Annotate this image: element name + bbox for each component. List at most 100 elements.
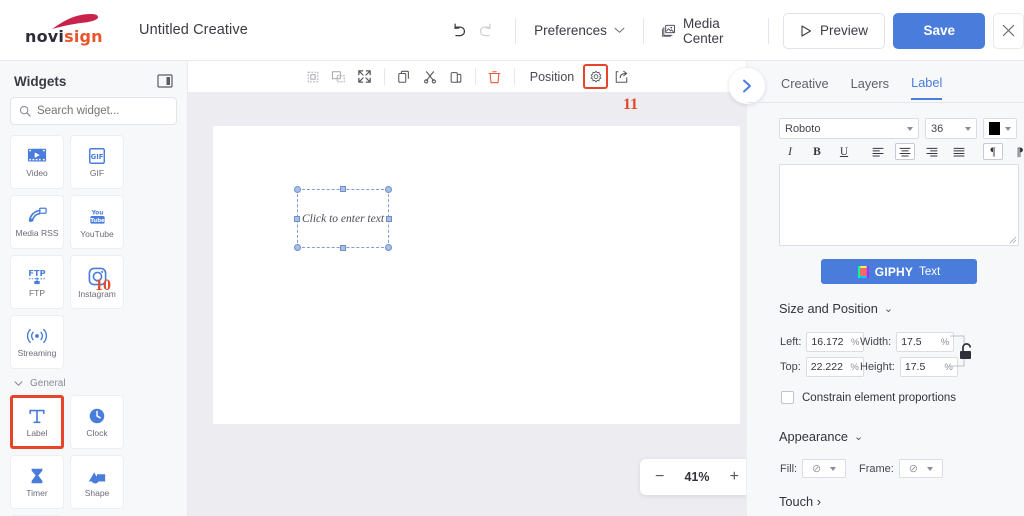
widget-timer[interactable]: Timer (10, 455, 64, 509)
close-button[interactable] (993, 12, 1024, 49)
appearance-header[interactable]: Appearance ⌄ (779, 429, 863, 444)
preferences-menu[interactable]: Preferences (530, 17, 629, 44)
align-justify-button[interactable] (949, 144, 969, 159)
media-center-button[interactable]: Media Center (658, 10, 754, 52)
brand-logo[interactable]: novisign (25, 13, 125, 47)
ungroup-button[interactable] (326, 64, 352, 90)
widget-youtube[interactable]: You Tube YouTube (70, 195, 124, 249)
fit-to-screen-button[interactable] (352, 64, 378, 90)
widget-label-tool[interactable]: Label (10, 395, 64, 449)
resize-handle-nw[interactable] (294, 186, 301, 193)
giphy-text-button[interactable]: GIPHY Text (821, 259, 977, 284)
redo-button[interactable] (473, 14, 502, 48)
timer-icon (31, 469, 43, 484)
text-element-placeholder: Click to enter text (301, 212, 385, 225)
align-right-button[interactable] (922, 144, 942, 159)
copy-button[interactable] (391, 64, 417, 90)
font-size-value: 36 (931, 122, 944, 135)
group-icon (307, 71, 318, 82)
align-left-button[interactable] (868, 144, 888, 159)
widget-ftp[interactable]: FTP FTP (10, 255, 64, 309)
resize-handle-e[interactable] (386, 215, 392, 222)
align-left-icon (872, 147, 884, 156)
resize-handle-w[interactable] (294, 215, 300, 222)
fill-select[interactable]: ⊘ (802, 459, 847, 478)
widget-media-rss[interactable]: Media RSS (10, 195, 64, 249)
group-button[interactable] (300, 64, 326, 90)
search-input[interactable] (37, 105, 167, 117)
unlocked-padlock-icon (950, 335, 972, 367)
novisign-editor-app: novisign Untitled Creative Preferences M… (0, 0, 1024, 516)
frame-select[interactable]: ⊘ (898, 459, 943, 478)
tab-label[interactable]: Label (911, 75, 943, 100)
zoom-out-button[interactable]: − (655, 469, 664, 485)
cut-button[interactable] (417, 64, 443, 90)
document-title[interactable]: Untitled Creative (139, 22, 248, 38)
paragraph-rtl-button[interactable]: ⁋ (1010, 144, 1024, 159)
align-center-button[interactable] (895, 143, 915, 160)
touch-section-link[interactable]: Touch › (779, 494, 821, 509)
paragraph-ltr-button[interactable]: ¶ (983, 143, 1003, 160)
width-input[interactable]: 17.5 % (896, 332, 955, 352)
resize-handle-ne[interactable] (385, 186, 392, 193)
resize-grip-icon[interactable] (1009, 236, 1017, 244)
no-frame-icon: ⊘ (908, 463, 918, 475)
selected-text-element[interactable]: Click to enter text (294, 186, 392, 251)
section-general[interactable]: General (0, 369, 187, 395)
font-family-select[interactable]: Roboto (779, 118, 919, 139)
aspect-lock-control[interactable] (950, 330, 980, 372)
creative-page[interactable]: Click to enter text (213, 126, 740, 424)
resize-handle-se[interactable] (385, 244, 392, 251)
italic-button[interactable]: I (780, 144, 800, 159)
ungroup-icon (332, 70, 345, 82)
top-actions: Preferences Media Center Preview Save (444, 0, 1024, 61)
annotation-10: 10 (95, 277, 111, 294)
widget-search[interactable] (10, 97, 177, 125)
tab-creative[interactable]: Creative (781, 76, 829, 99)
preview-button[interactable]: Preview (783, 12, 886, 49)
svg-text:FTP: FTP (28, 268, 45, 278)
undo-button[interactable] (444, 14, 473, 48)
panel-collapse-icon[interactable] (157, 73, 173, 89)
paste-button[interactable] (443, 64, 469, 90)
delete-button[interactable] (482, 64, 508, 90)
widget-grid-top: Video GIF GIF Media RSS You Tube YouTube… (0, 135, 187, 369)
divider (513, 68, 515, 85)
share-icon (615, 70, 628, 83)
height-field-row: Height: 17.5 % (860, 357, 958, 377)
top-input[interactable]: 22.222 % (805, 357, 864, 377)
widget-video[interactable]: Video (10, 135, 64, 189)
widget-shape[interactable]: Shape (70, 455, 124, 509)
left-input[interactable]: 16.172 % (806, 332, 865, 352)
settings-button[interactable] (583, 64, 609, 89)
align-justify-icon (953, 147, 965, 156)
preferences-label: Preferences (534, 23, 607, 38)
resize-handle-s[interactable] (340, 245, 346, 251)
constrain-proportions-row[interactable]: Constrain element proportions (781, 391, 956, 404)
widget-label: FTP (28, 288, 46, 299)
color-swatch (989, 122, 1000, 135)
chevron-down-icon: ⌄ (883, 303, 894, 315)
bold-button[interactable]: B (807, 144, 827, 159)
resize-handle-n[interactable] (340, 186, 346, 192)
section-general-label: General (30, 378, 66, 389)
widget-gif[interactable]: GIF GIF (70, 135, 124, 189)
share-button[interactable] (608, 64, 634, 90)
resize-handle-sw[interactable] (294, 244, 301, 251)
text-editor-area[interactable] (779, 164, 1019, 246)
unit-percent: % (850, 361, 859, 373)
chevron-down-icon (1005, 126, 1011, 131)
position-button[interactable]: Position (521, 70, 583, 84)
width-value: 17.5 (901, 336, 922, 348)
font-size-select[interactable]: 36 (925, 118, 977, 139)
save-button[interactable]: Save (893, 12, 985, 49)
annotation-11: 11 (623, 96, 639, 113)
constrain-checkbox[interactable] (781, 391, 794, 404)
size-position-header[interactable]: Size and Position ⌄ (779, 301, 893, 316)
underline-button[interactable]: U (834, 144, 854, 159)
widget-streaming[interactable]: Streaming (10, 315, 64, 369)
tab-layers[interactable]: Layers (851, 76, 889, 99)
widget-clock[interactable]: Clock (70, 395, 124, 449)
font-color-select[interactable] (983, 118, 1017, 139)
zoom-in-button[interactable]: + (730, 469, 739, 485)
